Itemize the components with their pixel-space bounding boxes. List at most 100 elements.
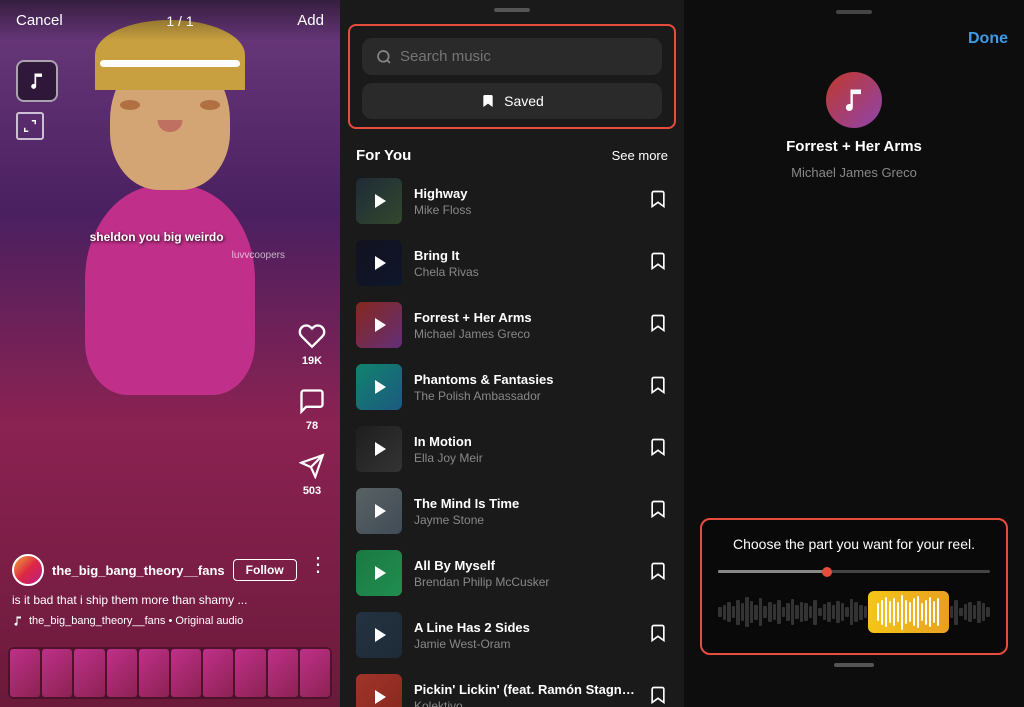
play-overlay: [356, 612, 402, 658]
waveform-bar-selected: [889, 601, 891, 623]
progress-dot: [822, 567, 832, 577]
comment-action[interactable]: 78: [296, 385, 328, 432]
waveform-bar-selected: [933, 601, 935, 623]
play-icon: [375, 628, 386, 642]
music-thumbnail: [356, 612, 402, 658]
user-row: the_big_bang_theory__fans Follow: [12, 554, 290, 586]
drag-handle-right: [836, 10, 872, 14]
share-icon: [296, 450, 328, 482]
waveform-bar: [754, 605, 758, 620]
filmstrip[interactable]: [8, 647, 332, 699]
bookmark-button[interactable]: [648, 189, 668, 214]
waveform-bar: [973, 605, 977, 619]
done-button[interactable]: Done: [968, 30, 1008, 48]
bookmark-button[interactable]: [648, 375, 668, 400]
waveform-bar: [954, 600, 958, 625]
comment-count: 78: [306, 420, 318, 432]
music-list-item[interactable]: Pickin' Lickin' (feat. Ramón Stagnaro) K…: [340, 666, 684, 707]
bookmark-button[interactable]: [648, 499, 668, 524]
music-artist: Ella Joy Meir: [414, 451, 636, 465]
music-title: A Line Has 2 Sides: [414, 620, 636, 635]
play-overlay: [356, 178, 402, 224]
waveform-container[interactable]: [718, 587, 990, 637]
music-info: A Line Has 2 Sides Jamie West-Oram: [414, 620, 636, 651]
right-top-bar: Done: [700, 30, 1008, 48]
music-title: In Motion: [414, 434, 636, 449]
waveform-bar: [832, 605, 836, 619]
bookmark-icon: [648, 437, 668, 457]
music-title: Forrest + Her Arms: [414, 310, 636, 325]
waveform-bar: [950, 606, 954, 618]
waveform-bar-selected: [897, 602, 899, 622]
music-icon-button[interactable]: [16, 60, 58, 102]
bookmark-button[interactable]: [648, 561, 668, 586]
like-action[interactable]: 19K: [296, 320, 328, 367]
music-list-item[interactable]: Highway Mike Floss: [340, 170, 684, 232]
waveform-bar: [836, 601, 840, 623]
music-artist: The Polish Ambassador: [414, 389, 636, 403]
saved-button[interactable]: Saved: [362, 83, 662, 119]
waveform-bar: [854, 602, 858, 622]
waveform-bar: [827, 602, 831, 622]
waveform-bar: [818, 608, 822, 616]
bookmark-button[interactable]: [648, 685, 668, 707]
bookmark-button[interactable]: [648, 437, 668, 462]
play-overlay: [356, 426, 402, 472]
music-artist: Jayme Stone: [414, 513, 636, 527]
bookmark-button[interactable]: [648, 251, 668, 276]
music-info: Phantoms & Fantasies The Polish Ambassad…: [414, 372, 636, 403]
share-count: 503: [303, 485, 321, 497]
music-list-item[interactable]: The Mind Is Time Jayme Stone: [340, 480, 684, 542]
audio-row[interactable]: the_big_bang_theory__fans • Original aud…: [12, 615, 290, 627]
music-list-item[interactable]: In Motion Ella Joy Meir: [340, 418, 684, 480]
follow-button[interactable]: Follow: [233, 559, 297, 581]
progress-bar[interactable]: [718, 570, 990, 573]
music-title: All By Myself: [414, 558, 636, 573]
section-title: For You: [356, 147, 411, 164]
music-info: The Mind Is Time Jayme Stone: [414, 496, 636, 527]
music-thumbnail: [356, 364, 402, 410]
waveform-bar: [732, 606, 736, 618]
share-action[interactable]: 503: [296, 450, 328, 497]
waveform-selected-region[interactable]: [868, 591, 950, 633]
music-thumbnail: [356, 426, 402, 472]
music-list-item[interactable]: All By Myself Brendan Philip McCusker: [340, 542, 684, 604]
search-bar[interactable]: [362, 38, 662, 75]
waveform-bar: [964, 604, 968, 620]
music-info: Forrest + Her Arms Michael James Greco: [414, 310, 636, 341]
waveform-bar: [723, 605, 727, 620]
bookmark-icon: [648, 499, 668, 519]
music-list-item[interactable]: A Line Has 2 Sides Jamie West-Oram: [340, 604, 684, 666]
music-thumbnail: [356, 550, 402, 596]
selected-song-artist: Michael James Greco: [791, 165, 917, 180]
waveform-bar-selected: [881, 600, 883, 625]
see-more-button[interactable]: See more: [612, 148, 668, 163]
search-input[interactable]: [400, 48, 648, 65]
add-button[interactable]: Add: [297, 12, 324, 29]
waveform-bar-selected: [885, 597, 887, 627]
film-thumb: [268, 649, 298, 697]
music-title: Highway: [414, 186, 636, 201]
waveform-bar: [718, 607, 722, 617]
audio-label: the_big_bang_theory__fans • Original aud…: [29, 615, 243, 627]
selected-song-title: Forrest + Her Arms: [786, 138, 922, 155]
waveform-bar-selected: [877, 603, 879, 621]
cancel-button[interactable]: Cancel: [16, 12, 63, 29]
music-list-item[interactable]: Phantoms & Fantasies The Polish Ambassad…: [340, 356, 684, 418]
bookmark-icon: [648, 623, 668, 643]
bookmark-button[interactable]: [648, 313, 668, 338]
expand-icon[interactable]: [16, 112, 44, 140]
music-info: Highway Mike Floss: [414, 186, 636, 217]
waveform-bar: [791, 599, 795, 625]
waveform-bar-selected: [929, 597, 931, 627]
video-text-overlay: sheldon you big weirdo: [90, 230, 224, 244]
music-artist: Brendan Philip McCusker: [414, 575, 636, 589]
waveform-bar: [864, 606, 868, 618]
more-options-button[interactable]: ⋮: [308, 552, 328, 577]
waveform-bar-selected: [909, 602, 911, 622]
bookmark-button[interactable]: [648, 623, 668, 648]
music-list-item[interactable]: Forrest + Her Arms Michael James Greco: [340, 294, 684, 356]
music-list-item[interactable]: Bring It Chela Rivas: [340, 232, 684, 294]
bottom-info: the_big_bang_theory__fans Follow is it b…: [12, 554, 290, 627]
film-thumb: [235, 649, 265, 697]
